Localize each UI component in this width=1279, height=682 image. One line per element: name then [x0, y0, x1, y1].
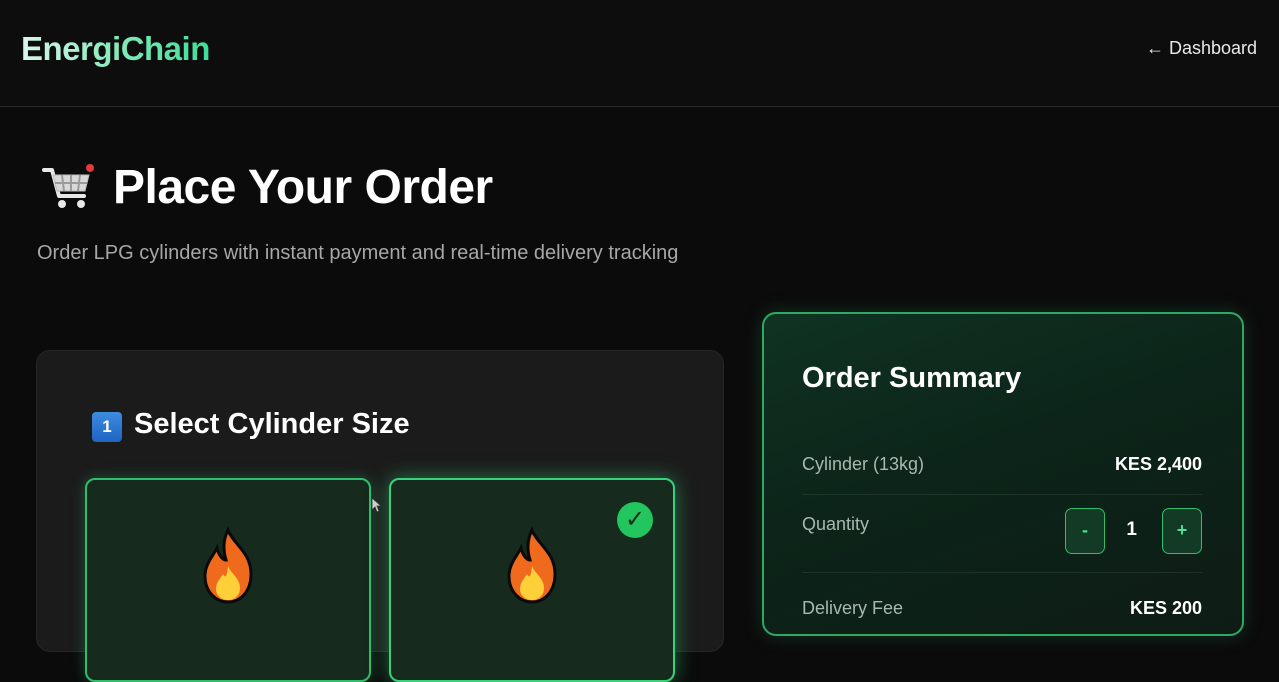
quantity-increase-button[interactable]: +	[1162, 508, 1202, 554]
quantity-decrease-button[interactable]: -	[1065, 508, 1105, 554]
flame-icon	[507, 526, 557, 604]
quantity-value: 1	[1126, 519, 1137, 540]
cylinder-label: Cylinder (13kg)	[802, 454, 925, 474]
delivery-fee-value: KES 200	[1129, 598, 1202, 618]
check-icon: ✓	[617, 502, 653, 538]
page-title: Place Your Order	[113, 161, 493, 214]
flame-icon	[203, 526, 253, 604]
mouse-cursor-icon	[371, 497, 383, 513]
cylinder-option-card[interactable]	[85, 478, 371, 682]
quantity-label: Quantity	[802, 514, 870, 534]
summary-row-cylinder: Cylinder (13kg) KES 2,400	[802, 448, 1202, 495]
order-summary-card: Order Summary Cylinder (13kg) KES 2,400 …	[762, 312, 1244, 636]
back-to-dashboard-link[interactable]: ← Dashboard	[1146, 38, 1257, 59]
top-nav-bar: EnergiChain ← Dashboard	[0, 0, 1279, 107]
cylinder-price: KES 2,400	[1114, 454, 1202, 474]
order-summary-title: Order Summary	[802, 362, 1022, 394]
summary-row-quantity: Quantity - 1 +	[802, 508, 1202, 573]
delivery-fee-label: Delivery Fee	[802, 598, 904, 618]
step-number-badge: 1	[92, 412, 122, 442]
brand-logo[interactable]: EnergiChain	[21, 30, 210, 68]
page-subtitle: Order LPG cylinders with instant payment…	[37, 242, 679, 264]
summary-row-delivery: Delivery Fee KES 200	[802, 592, 1202, 632]
cylinder-option-card-selected[interactable]: ✓	[389, 478, 675, 682]
shopping-cart-icon	[42, 164, 94, 208]
section-title: Select Cylinder Size	[134, 408, 410, 440]
